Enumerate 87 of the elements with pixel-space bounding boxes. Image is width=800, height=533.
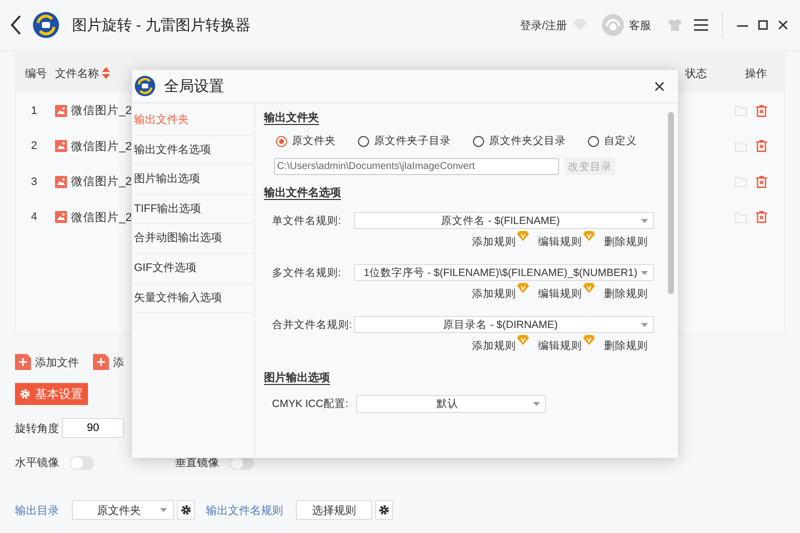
settings-nav-item[interactable]: 输出文件名选项 xyxy=(134,136,254,166)
rule-dropdown[interactable]: 1位数字序号 - $(FILENAME)\$(FILENAME)_$(NUMBER1) xyxy=(354,264,654,281)
column-header[interactable]: 文件名称 xyxy=(55,66,99,80)
rotation-label: 旋转角度 xyxy=(15,422,60,436)
rule-action-link[interactable]: 添加规则 xyxy=(472,287,516,301)
mirror-toggle[interactable] xyxy=(70,456,94,470)
column-header: 编号 xyxy=(25,66,48,80)
settings-icon[interactable] xyxy=(375,500,393,520)
field-label: CMYK ICC配置: xyxy=(271,397,350,411)
section-heading: 图片输出选项 xyxy=(264,370,330,385)
row-number: 3 xyxy=(31,176,38,188)
login-link[interactable]: 登录/注册 xyxy=(520,18,567,32)
caret-icon xyxy=(641,218,648,222)
close-icon[interactable] xyxy=(655,82,664,90)
radio-label[interactable]: 原文件夹父目录 xyxy=(489,134,566,148)
image-file-icon xyxy=(55,104,67,117)
settings-nav-item[interactable]: 图片输出选项 xyxy=(134,165,254,195)
caret-icon xyxy=(641,270,648,274)
rule-action-link[interactable]: 删除规则 xyxy=(604,339,648,353)
add-file-icon xyxy=(93,354,109,370)
caret-icon xyxy=(533,402,540,406)
output-folder-label: 输出目录 xyxy=(15,504,59,518)
rule-action-link[interactable]: 编辑规则 xyxy=(538,235,582,249)
file-name: 微信图片_2 xyxy=(71,210,132,225)
settings-nav-item[interactable]: 矢量文件输入选项 xyxy=(134,284,254,314)
rule-action-link[interactable]: 删除规则 xyxy=(604,287,648,301)
app-logo-icon xyxy=(32,11,60,39)
row-number: 1 xyxy=(31,104,38,117)
back-icon[interactable] xyxy=(10,14,22,36)
rule-action-link[interactable]: 添加规则 xyxy=(472,339,516,353)
delete-icon[interactable] xyxy=(756,176,767,188)
rule-dropdown[interactable]: 原目录名 - $(DIRNAME) xyxy=(354,316,654,333)
image-file-icon xyxy=(55,176,67,188)
caret-icon xyxy=(641,322,648,326)
menu-icon[interactable] xyxy=(694,19,708,31)
section-heading: 输出文件名选项 xyxy=(264,186,341,200)
dialog-title: 全局设置 xyxy=(164,76,224,96)
add-file-button[interactable]: 添 xyxy=(93,352,124,372)
output-filename-rule-label: 输出文件名规则 xyxy=(206,504,283,518)
output-path-field[interactable]: C:\Users\admin\Documents\jlaImageConvert xyxy=(274,158,559,175)
settings-nav-item[interactable]: 合并动图输出选项 xyxy=(134,224,254,254)
add-file-button[interactable]: 添加文件 xyxy=(15,352,79,372)
settings-icon[interactable] xyxy=(177,500,195,520)
add-file-icon xyxy=(15,354,31,370)
radio-button[interactable] xyxy=(473,136,484,146)
row-number: 2 xyxy=(31,140,38,152)
sort-icon[interactable] xyxy=(102,67,110,79)
rule-dropdown[interactable]: 原文件名 - $(FILENAME) xyxy=(354,212,654,229)
app-title: 图片旋转 - 九雷图片转换器 xyxy=(72,16,250,34)
customer-service-link[interactable]: 客服 xyxy=(629,18,651,32)
delete-icon[interactable] xyxy=(756,104,767,117)
settings-nav-item[interactable]: TIFF输出选项 xyxy=(134,194,254,224)
radio-label[interactable]: 原文件夹子目录 xyxy=(374,134,451,148)
rotation-field[interactable]: 90 xyxy=(62,418,124,438)
rule-action-link[interactable]: 添加规则 xyxy=(472,235,516,249)
rule-action-link[interactable]: 编辑规则 xyxy=(538,339,582,353)
scrollbar-thumb[interactable] xyxy=(668,112,674,294)
radio-label[interactable]: 原文件夹 xyxy=(292,134,336,148)
section-heading: 输出文件夹 xyxy=(264,110,319,125)
radio-label[interactable]: 自定义 xyxy=(604,134,637,148)
icc-profile-dropdown[interactable]: 默认 xyxy=(356,395,546,413)
radio-button[interactable] xyxy=(276,136,287,146)
file-name: 微信图片_2 xyxy=(71,174,132,190)
image-file-icon xyxy=(55,140,67,152)
rule-label: 多文件名规则: xyxy=(271,266,342,280)
rule-label: 合并文件名规则: xyxy=(271,318,353,332)
column-header: 操作 xyxy=(745,66,767,80)
file-name: 微信图片_2 xyxy=(71,140,132,154)
maximize-icon[interactable] xyxy=(758,20,768,30)
choose-rule-button[interactable]: 选择规则 xyxy=(296,500,372,520)
radio-button[interactable] xyxy=(358,136,369,146)
settings-nav-item[interactable]: GIF文件选项 xyxy=(134,254,254,284)
rule-action-link[interactable]: 删除规则 xyxy=(604,235,648,249)
image-file-icon xyxy=(55,211,67,224)
radio-button[interactable] xyxy=(588,136,599,146)
rule-action-link[interactable]: 编辑规则 xyxy=(538,287,582,301)
close-icon[interactable] xyxy=(778,20,788,30)
gear-icon xyxy=(20,389,30,399)
delete-icon[interactable] xyxy=(756,211,767,224)
mirror-label: 水平镜像 xyxy=(15,456,60,470)
column-header: 状态 xyxy=(685,66,707,80)
caret-icon xyxy=(160,508,167,512)
delete-icon[interactable] xyxy=(756,140,767,152)
file-name: 微信图片_2 xyxy=(71,104,132,118)
output-folder-dropdown[interactable]: 原文件夹 xyxy=(72,500,174,520)
rule-label: 单文件名规则: xyxy=(271,214,342,228)
row-number: 4 xyxy=(31,211,38,224)
